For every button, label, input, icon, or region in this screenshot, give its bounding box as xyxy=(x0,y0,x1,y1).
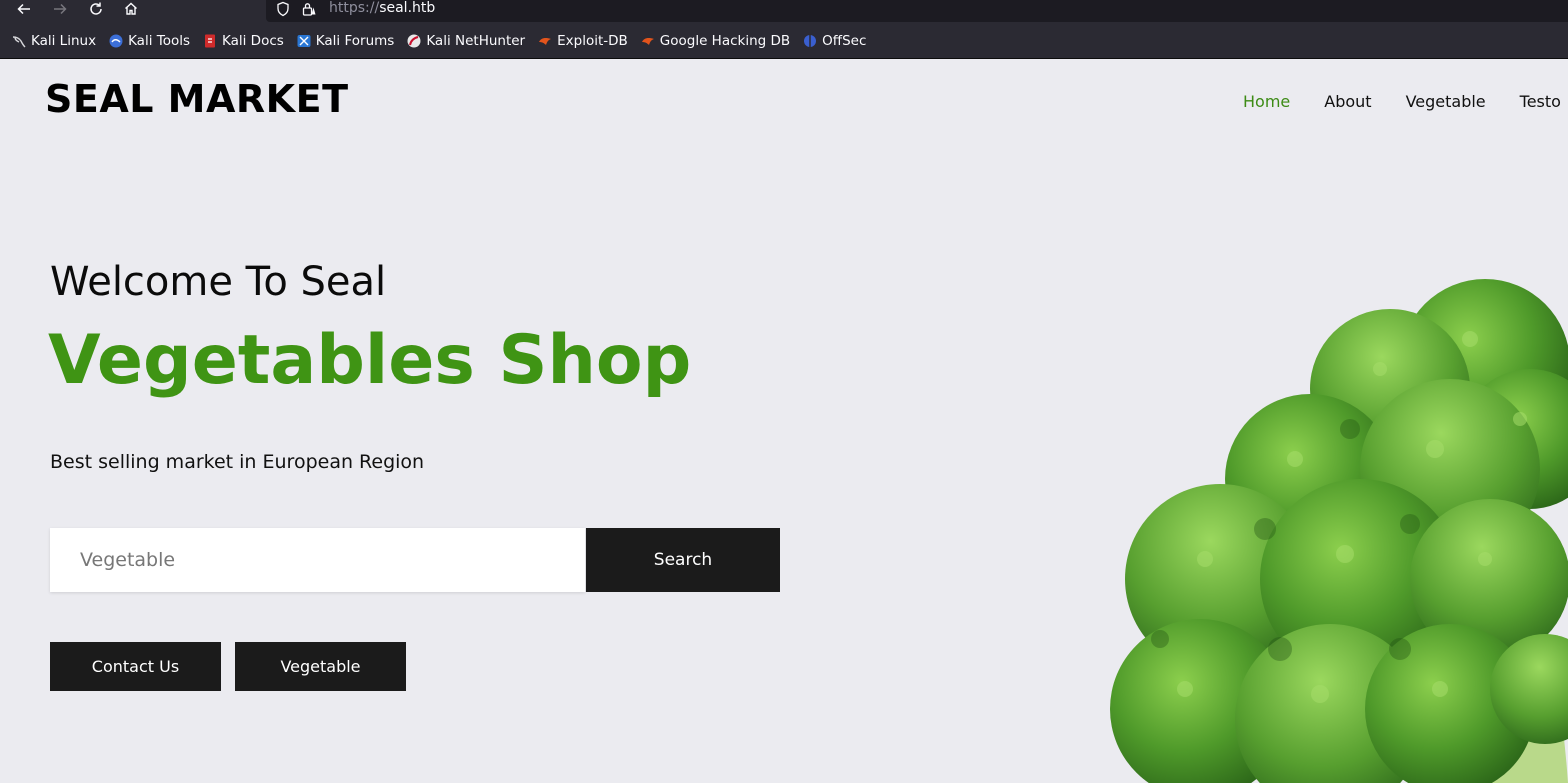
bookmark-label: Kali NetHunter xyxy=(426,33,526,49)
bookmark-google-hacking-db[interactable]: Google Hacking DB xyxy=(640,33,790,49)
bookmark-label: Exploit-DB xyxy=(557,33,628,49)
nav-link-vegetable[interactable]: Vegetable xyxy=(1406,92,1486,111)
bookmark-kali-nethunter[interactable]: Kali NetHunter xyxy=(406,33,525,49)
url-protocol: https:// xyxy=(329,0,380,16)
browser-toolbar: https://seal.htb xyxy=(0,0,1568,24)
url-host: seal.htb xyxy=(379,0,436,16)
shield-icon[interactable] xyxy=(275,1,291,17)
bookmark-exploit-db[interactable]: Exploit-DB xyxy=(537,33,628,49)
kali-tools-icon xyxy=(109,34,123,48)
bookmark-label: Kali Tools xyxy=(128,33,190,49)
kali-forums-icon xyxy=(297,35,311,47)
bookmark-kali-docs[interactable]: Kali Docs xyxy=(202,33,284,49)
bookmark-offsec[interactable]: OffSec xyxy=(802,33,866,49)
bookmark-label: Kali Forums xyxy=(315,33,395,49)
home-icon xyxy=(125,2,137,15)
web-page: SEAL MARKET Home About Vegetable Testo W… xyxy=(0,59,1568,783)
offsec-icon xyxy=(804,35,817,47)
vegetable-search-input[interactable] xyxy=(50,528,585,592)
exploit-db-icon xyxy=(539,38,552,45)
kali-docs-icon xyxy=(205,34,215,48)
nav-link-home[interactable]: Home xyxy=(1243,92,1290,111)
home-button[interactable] xyxy=(120,0,142,18)
kali-dragon-icon xyxy=(12,36,26,48)
url-bar[interactable]: https://seal.htb xyxy=(266,0,1568,22)
forward-button[interactable] xyxy=(49,0,71,18)
insecure-lock-icon[interactable] xyxy=(301,1,317,17)
forward-arrow-icon xyxy=(54,3,67,15)
bookmark-kali-tools[interactable]: Kali Tools xyxy=(108,33,190,49)
reload-button[interactable] xyxy=(85,0,107,18)
main-nav: Home About Vegetable Testo xyxy=(1243,92,1568,111)
back-button[interactable] xyxy=(13,0,35,18)
bookmarks-bar: Kali Linux Kali Tools Kali Docs Kali For… xyxy=(0,24,1568,59)
ghdb-icon xyxy=(641,38,654,45)
search-button[interactable]: Search xyxy=(586,528,780,592)
contact-us-button[interactable]: Contact Us xyxy=(50,642,221,691)
nav-link-testo[interactable]: Testo xyxy=(1520,92,1561,111)
bookmark-label: Google Hacking DB xyxy=(659,33,791,49)
nethunter-icon xyxy=(407,34,421,48)
hero-title: Vegetables Shop xyxy=(48,321,692,400)
broccoli-image xyxy=(1110,279,1568,783)
site-brand-logo[interactable]: SEAL MARKET xyxy=(45,77,349,121)
reload-icon xyxy=(90,2,102,15)
vegetable-button[interactable]: Vegetable xyxy=(235,642,406,691)
bookmark-label: OffSec xyxy=(822,33,867,49)
hero-tagline: Best selling market in European Region xyxy=(50,451,425,473)
bookmark-kali-linux[interactable]: Kali Linux xyxy=(11,33,96,49)
bookmark-label: Kali Docs xyxy=(222,33,284,49)
bookmark-kali-forums[interactable]: Kali Forums xyxy=(296,33,395,49)
url-text[interactable]: https://seal.htb xyxy=(329,0,435,17)
back-arrow-icon xyxy=(17,3,30,15)
nav-link-about[interactable]: About xyxy=(1324,92,1371,111)
bookmark-label: Kali Linux xyxy=(31,33,97,49)
hero-subtitle: Welcome To Seal xyxy=(50,259,387,305)
